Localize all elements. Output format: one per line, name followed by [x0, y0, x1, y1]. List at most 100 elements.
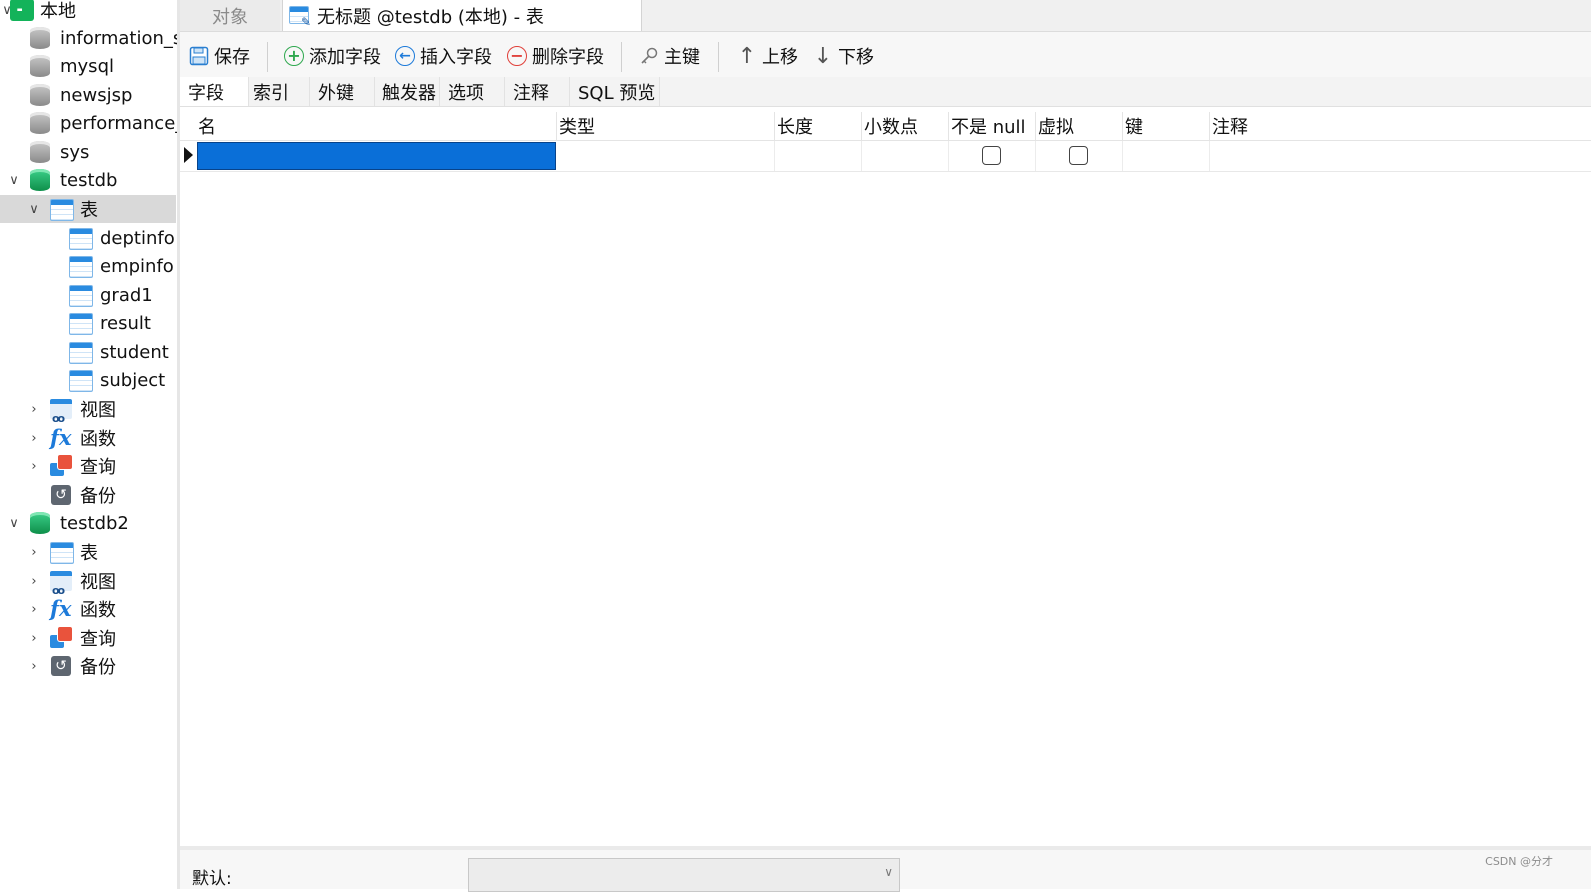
cell-comment[interactable] [1210, 141, 1590, 171]
tab-sql-preview[interactable]: SQL 预览 [570, 77, 660, 106]
tree-item-connection[interactable]: ∨ ╸ 本地 [0, 0, 176, 24]
column-header-virtual[interactable]: 虚拟 [1036, 112, 1123, 140]
tree-item-label: 本地 [40, 1, 76, 22]
tree-item-database[interactable]: mysql [0, 52, 176, 80]
designer-toolbar: 保存 + 添加字段 ← 插入字段 − 删除字段 主键 ↑ 上移 ↓ 下移 [180, 32, 1591, 78]
chevron-down-icon[interactable]: ∨ [884, 865, 893, 879]
cell-type[interactable] [557, 141, 775, 171]
tree-item-label: performance_ [60, 112, 180, 134]
tree-item-functions-folder[interactable]: › fx 函数 [0, 595, 176, 623]
column-header-name[interactable]: 名 [196, 112, 557, 140]
chevron-right-icon[interactable]: › [25, 429, 43, 447]
tree-item-label: 函数 [80, 600, 116, 621]
chevron-right-icon[interactable]: › [25, 657, 43, 675]
cell-decimals[interactable] [862, 141, 949, 171]
default-value-combobox[interactable]: ∨ [468, 858, 900, 892]
chevron-down-icon[interactable]: ∨ [5, 171, 23, 189]
column-header-not-null[interactable]: 不是 null [949, 112, 1036, 140]
tab-comment[interactable]: 注释 [505, 77, 570, 106]
tree-item-functions-folder[interactable]: › fx 函数 [0, 424, 176, 452]
tab-indexes[interactable]: 索引 [245, 77, 310, 106]
tree-item-label: mysql [60, 55, 114, 77]
tree-item-table[interactable]: grad1 [0, 281, 176, 309]
watermark: CSDN @分才 [1485, 855, 1553, 868]
delete-field-button[interactable]: − 删除字段 [506, 42, 604, 70]
arrow-left-circle-icon: ← [394, 45, 416, 67]
cell-key[interactable] [1123, 141, 1210, 171]
add-field-button[interactable]: + 添加字段 [283, 42, 381, 70]
delete-field-label: 删除字段 [532, 47, 604, 68]
chevron-right-icon[interactable]: › [25, 572, 43, 590]
chevron-down-icon[interactable]: ∨ [25, 200, 43, 218]
tab-fields[interactable]: 字段 [180, 77, 249, 106]
tree-item-backups-folder[interactable]: › ↺ 备份 [0, 652, 176, 680]
chevron-right-icon[interactable]: › [25, 600, 43, 618]
view-icon: oo [50, 571, 72, 597]
tree-item-database-testdb[interactable]: ∨ testdb [0, 166, 176, 194]
tab-objects[interactable]: 对象 [180, 0, 280, 31]
tab-triggers[interactable]: 触发器 [375, 77, 440, 106]
cell-virtual [1036, 141, 1123, 171]
column-header-length[interactable]: 长度 [775, 112, 862, 140]
tree-item-label: student [100, 341, 169, 363]
add-field-label: 添加字段 [309, 47, 381, 68]
save-button[interactable]: 保存 [188, 42, 250, 70]
chevron-right-icon[interactable]: › [25, 457, 43, 475]
virtual-checkbox[interactable] [1069, 146, 1088, 165]
column-header-key[interactable]: 键 [1123, 112, 1210, 140]
connection-icon: ╸ [10, 0, 34, 21]
chevron-right-icon[interactable]: › [25, 543, 43, 561]
tree-item-database[interactable]: sys [0, 138, 176, 166]
tab-foreign-keys[interactable]: 外键 [310, 77, 375, 106]
tree-item-backups-folder[interactable]: ↺ 备份 [0, 481, 176, 509]
tab-options[interactable]: 选项 [440, 77, 505, 106]
table-folder-icon [50, 542, 74, 564]
tab-label: 无标题 @testdb (本地) - 表 [317, 6, 544, 28]
tree-item-table[interactable]: deptinfo [0, 224, 176, 252]
tree-item-views-folder[interactable]: › oo 视图 [0, 395, 176, 425]
key-icon [638, 45, 660, 67]
arrow-down-icon: ↓ [813, 43, 833, 69]
tree-item-label: 备份 [80, 657, 116, 678]
tree-item-table[interactable]: empinfo [0, 252, 176, 280]
not-null-checkbox[interactable] [982, 146, 1001, 165]
query-icon [50, 627, 72, 649]
cell-length[interactable] [775, 141, 862, 171]
tree-item-table[interactable]: student [0, 338, 176, 366]
database-icon [30, 141, 50, 163]
tree-item-tables-folder[interactable]: › 表 [0, 538, 176, 566]
tree-item-table[interactable]: result [0, 309, 176, 337]
move-down-button[interactable]: ↓ 下移 [812, 42, 874, 70]
insert-field-button[interactable]: ← 插入字段 [394, 42, 492, 70]
column-header-decimals[interactable]: 小数点 [862, 112, 949, 140]
backup-icon: ↺ [51, 656, 71, 676]
table-icon [69, 256, 93, 278]
chevron-down-icon[interactable]: ∨ [5, 514, 23, 532]
tree-item-database-testdb2[interactable]: ∨ testdb2 [0, 509, 176, 537]
table-row[interactable] [180, 141, 1591, 172]
tree-item-label: testdb [60, 169, 118, 191]
tree-item-queries-folder[interactable]: › 查询 [0, 452, 176, 480]
cell-name[interactable] [197, 142, 556, 170]
database-icon [30, 27, 50, 49]
tab-table-designer[interactable]: ✎ 无标题 @testdb (本地) - 表 [282, 0, 642, 31]
column-header-type[interactable]: 类型 [557, 112, 775, 140]
tree-item-table[interactable]: subject [0, 366, 176, 394]
tree-item-database[interactable]: information_s [0, 24, 177, 52]
primary-key-button[interactable]: 主键 [638, 42, 700, 70]
tree-item-database[interactable]: newsjsp [0, 81, 176, 109]
column-header-comment[interactable]: 注释 [1210, 112, 1590, 140]
chevron-right-icon[interactable]: › [25, 629, 43, 647]
tree-item-tables-folder[interactable]: ∨ 表 [0, 195, 176, 223]
tree-item-queries-folder[interactable]: › 查询 [0, 624, 176, 652]
tree-item-database[interactable]: performance_ [0, 109, 177, 137]
tree-item-label: grad1 [100, 284, 153, 306]
tree-item-label: 表 [80, 200, 98, 221]
tree-item-label: result [100, 312, 151, 334]
move-up-button[interactable]: ↑ 上移 [736, 42, 798, 70]
table-icon [69, 370, 93, 392]
tree-item-views-folder[interactable]: › oo 视图 [0, 567, 176, 597]
navigation-tree: ∨ ╸ 本地 information_s mysql newsjsp perfo… [0, 0, 180, 889]
primary-key-label: 主键 [664, 47, 700, 68]
chevron-right-icon[interactable]: › [25, 400, 43, 418]
